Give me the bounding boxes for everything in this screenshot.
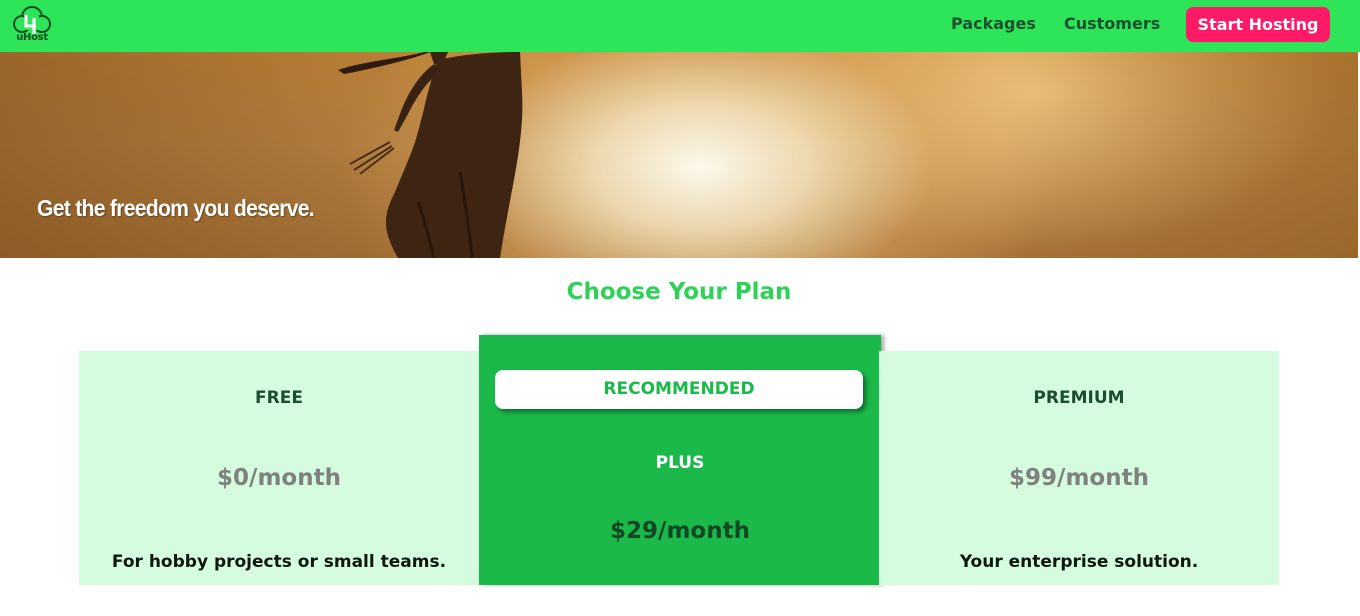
plan-name: PLUS bbox=[655, 453, 705, 473]
nav-link-customers[interactable]: Customers bbox=[1064, 14, 1160, 33]
plan-description: For hobby projects or small teams. bbox=[111, 552, 447, 572]
plan-name: FREE bbox=[255, 388, 303, 408]
nav-link-packages[interactable]: Packages bbox=[951, 14, 1036, 33]
plan-price: $99/month bbox=[1009, 465, 1149, 491]
hero-shade-right bbox=[998, 52, 1358, 258]
start-hosting-button[interactable]: Start Hosting bbox=[1186, 7, 1330, 42]
section-title: Choose Your Plan bbox=[566, 279, 792, 305]
hero-silhouette-image bbox=[338, 52, 523, 258]
hero-banner: Get the freedom you deserve. bbox=[0, 52, 1358, 258]
plan-description: Your enterprise solution. bbox=[959, 552, 1199, 572]
plan-card-plus[interactable]: RECOMMENDED PLUS $29/month bbox=[479, 335, 881, 585]
site-header: uHost Packages Customers Start Hosting bbox=[0, 0, 1360, 52]
plan-card-free[interactable]: FREE $0/month For hobby projects or smal… bbox=[79, 351, 479, 585]
recommended-badge: RECOMMENDED bbox=[495, 370, 863, 409]
logo-text: uHost bbox=[16, 32, 48, 43]
plan-price: $0/month bbox=[217, 465, 341, 491]
plan-price: $29/month bbox=[610, 518, 750, 544]
brand-logo[interactable]: uHost bbox=[11, 4, 53, 46]
hero-tagline: Get the freedom you deserve. bbox=[37, 195, 315, 221]
plan-name: PREMIUM bbox=[1033, 388, 1125, 408]
plan-card-premium[interactable]: PREMIUM $99/month Your enterprise soluti… bbox=[879, 351, 1279, 585]
